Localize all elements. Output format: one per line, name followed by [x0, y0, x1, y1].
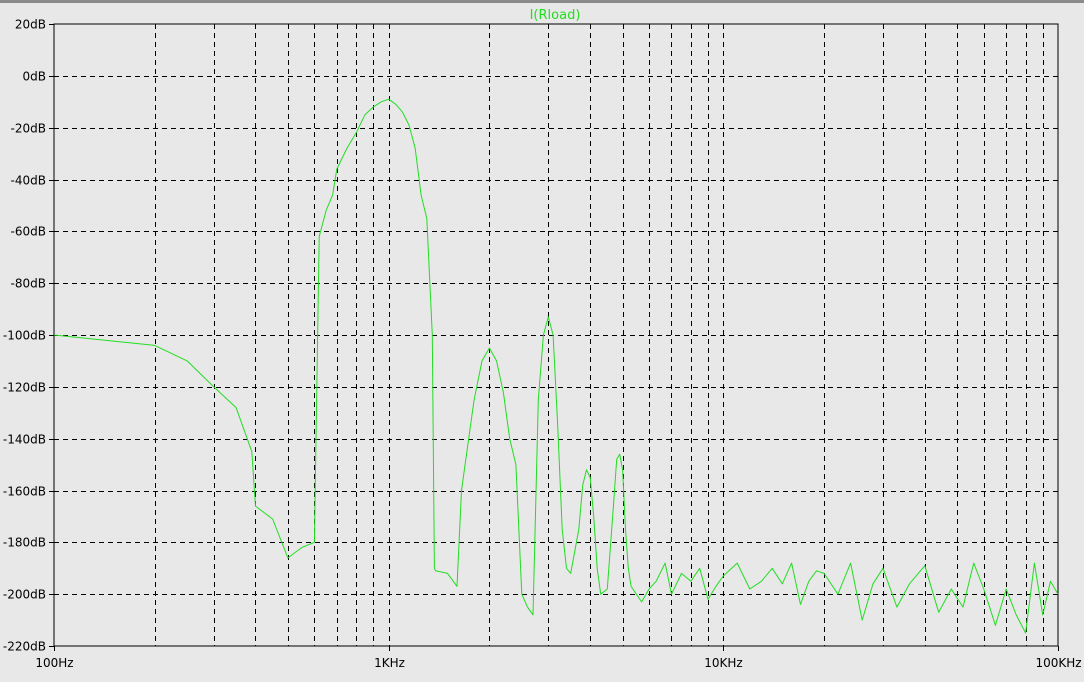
y-tick-label: -140dB [3, 433, 46, 447]
y-tick-label: -180dB [3, 536, 46, 550]
x-tick-label: 100KHz [1035, 656, 1081, 670]
x-tick-label: 1KHz [374, 656, 405, 670]
y-tick-label: -60dB [11, 225, 46, 239]
x-tick-label: 10KHz [704, 656, 742, 670]
y-tick-label: -100dB [3, 329, 46, 343]
y-tick-label: -80dB [11, 277, 46, 291]
y-tick-label: -40dB [11, 174, 46, 188]
y-tick-label: 0dB [23, 70, 46, 84]
chart-background [0, 0, 1084, 682]
x-tick-label: 100Hz [35, 656, 73, 670]
window-top-edge [0, 0, 1084, 3]
y-tick-label: -120dB [3, 381, 46, 395]
y-tick-label: -20dB [11, 122, 46, 136]
y-tick-label: -220dB [3, 640, 46, 654]
chart: 20dB 0dB -20dB -40dB -60dB -80dB -100dB -120dB -… [0, 0, 1084, 682]
y-tick-label: 20dB [15, 18, 46, 32]
y-tick-label: -200dB [3, 588, 46, 602]
y-tick-label: -160dB [3, 485, 46, 499]
trace-title[interactable]: I(Rload) [530, 8, 581, 23]
plot-window: 20dB 0dB -20dB -40dB -60dB -80dB -100dB -120dB -… [0, 0, 1084, 682]
